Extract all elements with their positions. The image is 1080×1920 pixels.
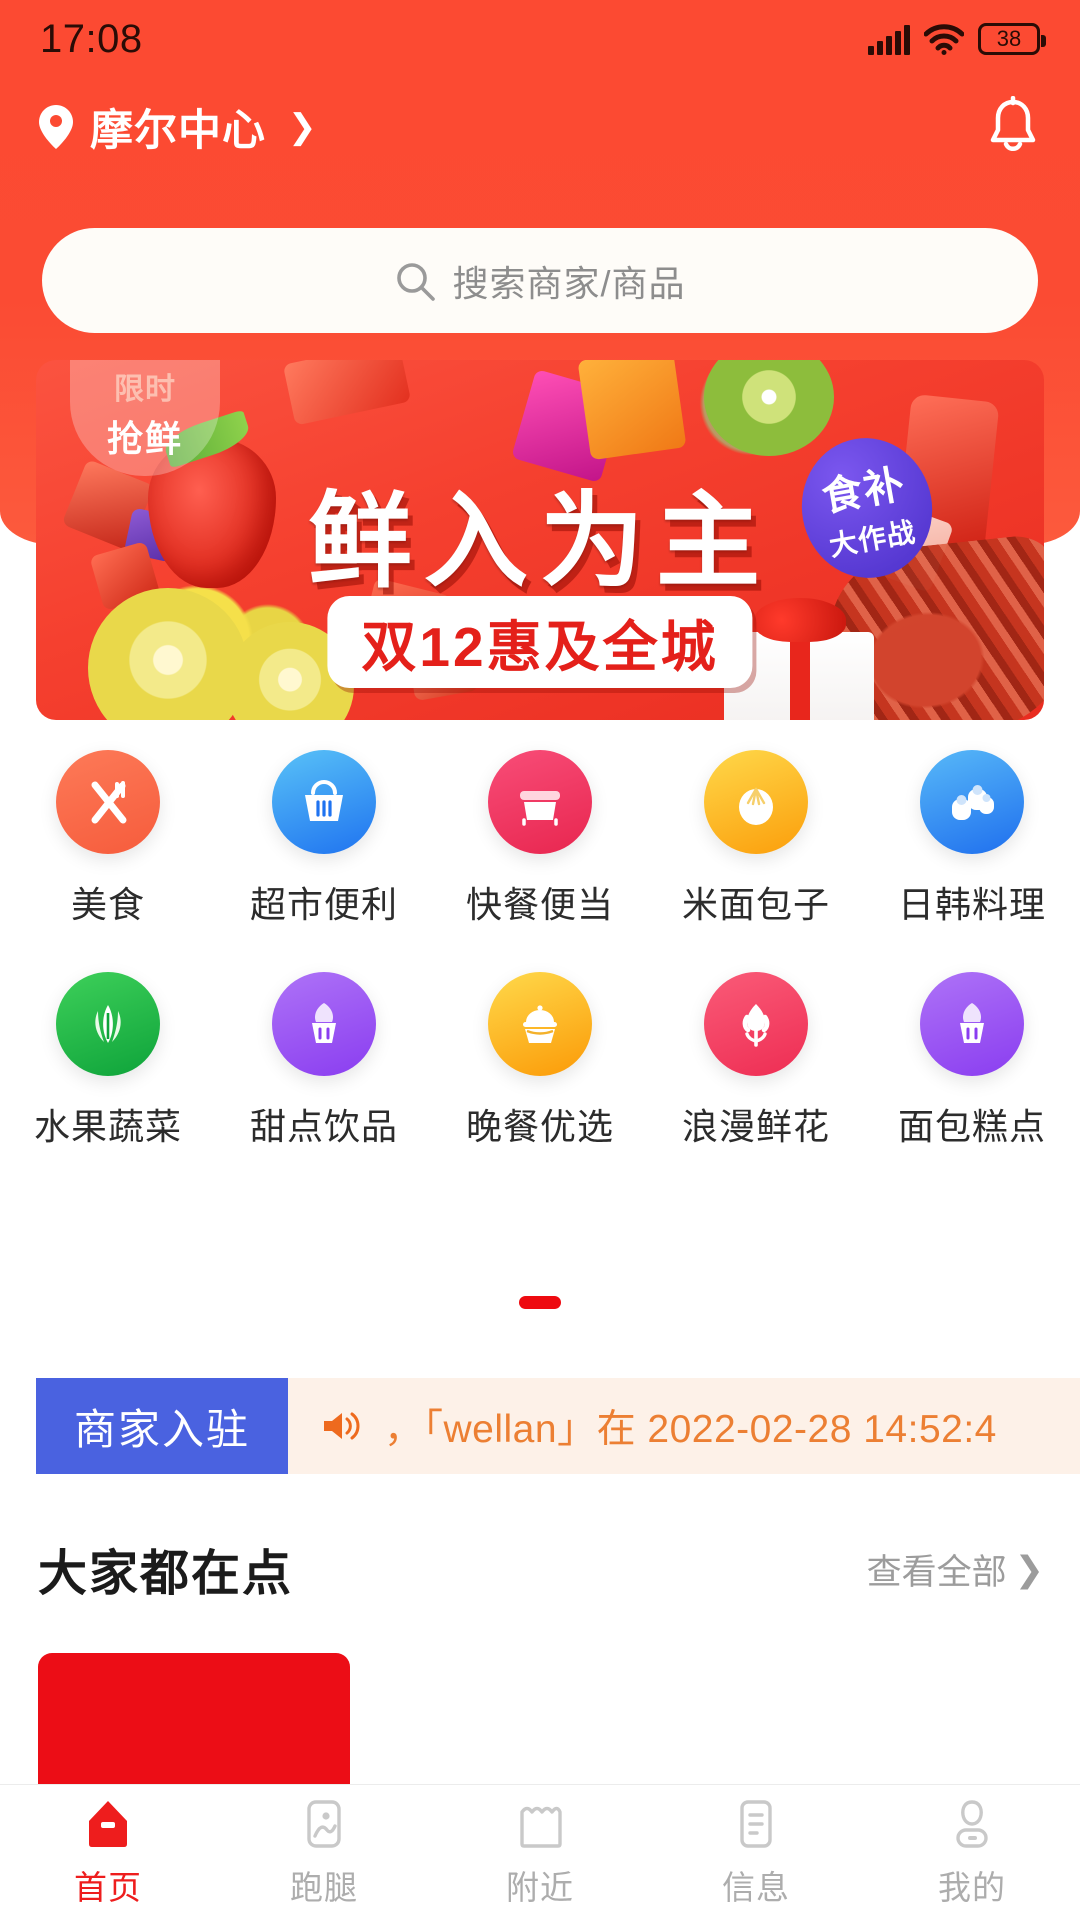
errand-runner-icon: [307, 1800, 341, 1848]
notice-marquee[interactable]: ，「wellan」在 2022-02-28 14:52:4: [288, 1378, 1080, 1474]
notice-text: ，「wellan」在 2022-02-28 14:52:4: [384, 1408, 997, 1451]
merchant-join-button[interactable]: 商家入驻: [36, 1378, 288, 1474]
view-all-link[interactable]: 查看全部 ❯: [867, 1544, 1044, 1595]
status-bar: 17:08 38: [0, 0, 1080, 78]
chevron-right-icon: ❯: [1014, 1549, 1044, 1589]
category-label: 晚餐优选: [465, 1106, 614, 1147]
stew-pot-icon: [488, 972, 592, 1076]
location-header: 摩尔中心 ❯: [0, 82, 1080, 172]
search-input[interactable]: 搜索商家/商品: [42, 228, 1038, 333]
message-list-icon: [740, 1800, 772, 1848]
section-title: 大家都在点: [38, 1547, 294, 1601]
category-row-1: 美食 超市便利 快餐便当 米面包子 日韩料理: [0, 736, 1080, 928]
notice-bar: 商家入驻 ，「wellan」在 2022-02-28 14:52:4: [36, 1378, 1080, 1474]
search-placeholder: 搜索商家/商品: [452, 262, 686, 304]
category-item-wancan[interactable]: 晚餐优选: [432, 958, 648, 1150]
banner-corner-tag-big: 抢鲜: [106, 418, 183, 459]
tab-messages[interactable]: 信息: [648, 1796, 864, 1909]
storefront-icon: [520, 1806, 562, 1848]
tab-label: 信息: [722, 1869, 790, 1906]
category-item-mianbao[interactable]: 面包糕点: [864, 958, 1080, 1150]
signal-bars-icon: [868, 25, 910, 55]
cutlery-icon: [56, 750, 160, 854]
tulip-icon: [704, 972, 808, 1076]
tab-profile[interactable]: 我的: [864, 1796, 1080, 1909]
location-selector[interactable]: 摩尔中心 ❯: [38, 96, 317, 158]
category-label: 水果蔬菜: [33, 1106, 182, 1147]
decor-cube: [577, 360, 687, 461]
tab-label: 我的: [938, 1869, 1006, 1906]
tab-label: 附近: [506, 1869, 574, 1906]
vegetable-icon: [56, 972, 160, 1076]
decor-cube: [282, 360, 412, 426]
view-all-label: 查看全部: [866, 1553, 1007, 1592]
tab-label: 首页: [74, 1869, 142, 1906]
category-item-chaoshi[interactable]: 超市便利: [216, 736, 432, 928]
category-item-xianhua[interactable]: 浪漫鲜花: [648, 958, 864, 1150]
category-item-meishi[interactable]: 美食: [0, 736, 216, 928]
battery-level: 38: [996, 26, 1022, 51]
location-pin-icon: [39, 105, 73, 149]
tab-nearby[interactable]: 附近: [432, 1796, 648, 1909]
promo-banner[interactable]: 限时 抢鲜 鲜入为主 双12惠及全城 食补 大作战: [36, 360, 1044, 720]
category-item-kuaican[interactable]: 快餐便当: [432, 736, 648, 928]
category-item-mimian[interactable]: 米面包子: [648, 736, 864, 928]
cupcake-icon: [272, 972, 376, 1076]
kiwi-image: [704, 360, 834, 456]
category-label: 快餐便当: [465, 884, 614, 925]
bottom-tab-bar: 首页 跑腿 附近 信息 我的: [0, 1784, 1080, 1920]
home-icon: [89, 1801, 127, 1847]
status-time: 17:08: [40, 16, 143, 61]
product-card[interactable]: [38, 1653, 350, 1795]
cupcake-icon: [920, 972, 1024, 1076]
category-item-shuiguo[interactable]: 水果蔬菜: [0, 958, 216, 1150]
status-icon-group: 38: [868, 23, 1046, 55]
banner-subtitle: 双12惠及全城: [327, 596, 753, 688]
tab-errand[interactable]: 跑腿: [216, 1796, 432, 1909]
search-icon: [397, 262, 436, 301]
section-header: 大家都在点 查看全部 ❯: [38, 1534, 1044, 1605]
battery-icon: 38: [978, 23, 1046, 55]
wifi-icon: [924, 24, 964, 55]
lunchbox-icon: [488, 750, 592, 854]
chevron-right-icon: ❯: [288, 108, 317, 146]
category-label: 美食: [70, 884, 145, 925]
shopping-basket-icon: [272, 750, 376, 854]
category-label: 日韩料理: [897, 884, 1046, 925]
banner-corner-tag-small: 限时: [114, 373, 176, 406]
category-grid: 美食 超市便利 快餐便当 米面包子 日韩料理 水果蔬菜 甜点饮品 晚餐优选 浪漫…: [0, 736, 1080, 1150]
speaker-icon: [324, 1412, 360, 1440]
bell-icon[interactable]: [984, 96, 1042, 158]
category-label: 浪漫鲜花: [681, 1106, 830, 1147]
category-item-rihan[interactable]: 日韩料理: [864, 736, 1080, 928]
steamed-bun-icon: [704, 750, 808, 854]
category-label: 米面包子: [681, 884, 830, 925]
category-label: 面包糕点: [897, 1106, 1046, 1147]
category-label: 甜点饮品: [249, 1106, 398, 1147]
pager-dot-active[interactable]: [519, 1296, 561, 1309]
user-profile-icon: [956, 1800, 988, 1848]
sushi-icon: [920, 750, 1024, 854]
app-screen: 17:08 38 摩尔中心 ❯ 搜索商家/商品 限时 抢鲜 鲜入为主 双12惠及…: [0, 0, 1080, 1920]
tab-label: 跑腿: [290, 1869, 358, 1906]
tab-home[interactable]: 首页: [0, 1796, 216, 1909]
category-pager[interactable]: [0, 1296, 1080, 1309]
category-item-tiandian[interactable]: 甜点饮品: [216, 958, 432, 1150]
location-name: 摩尔中心: [90, 107, 266, 155]
category-label: 超市便利: [249, 884, 398, 925]
category-row-2: 水果蔬菜 甜点饮品 晚餐优选 浪漫鲜花 面包糕点: [0, 958, 1080, 1150]
